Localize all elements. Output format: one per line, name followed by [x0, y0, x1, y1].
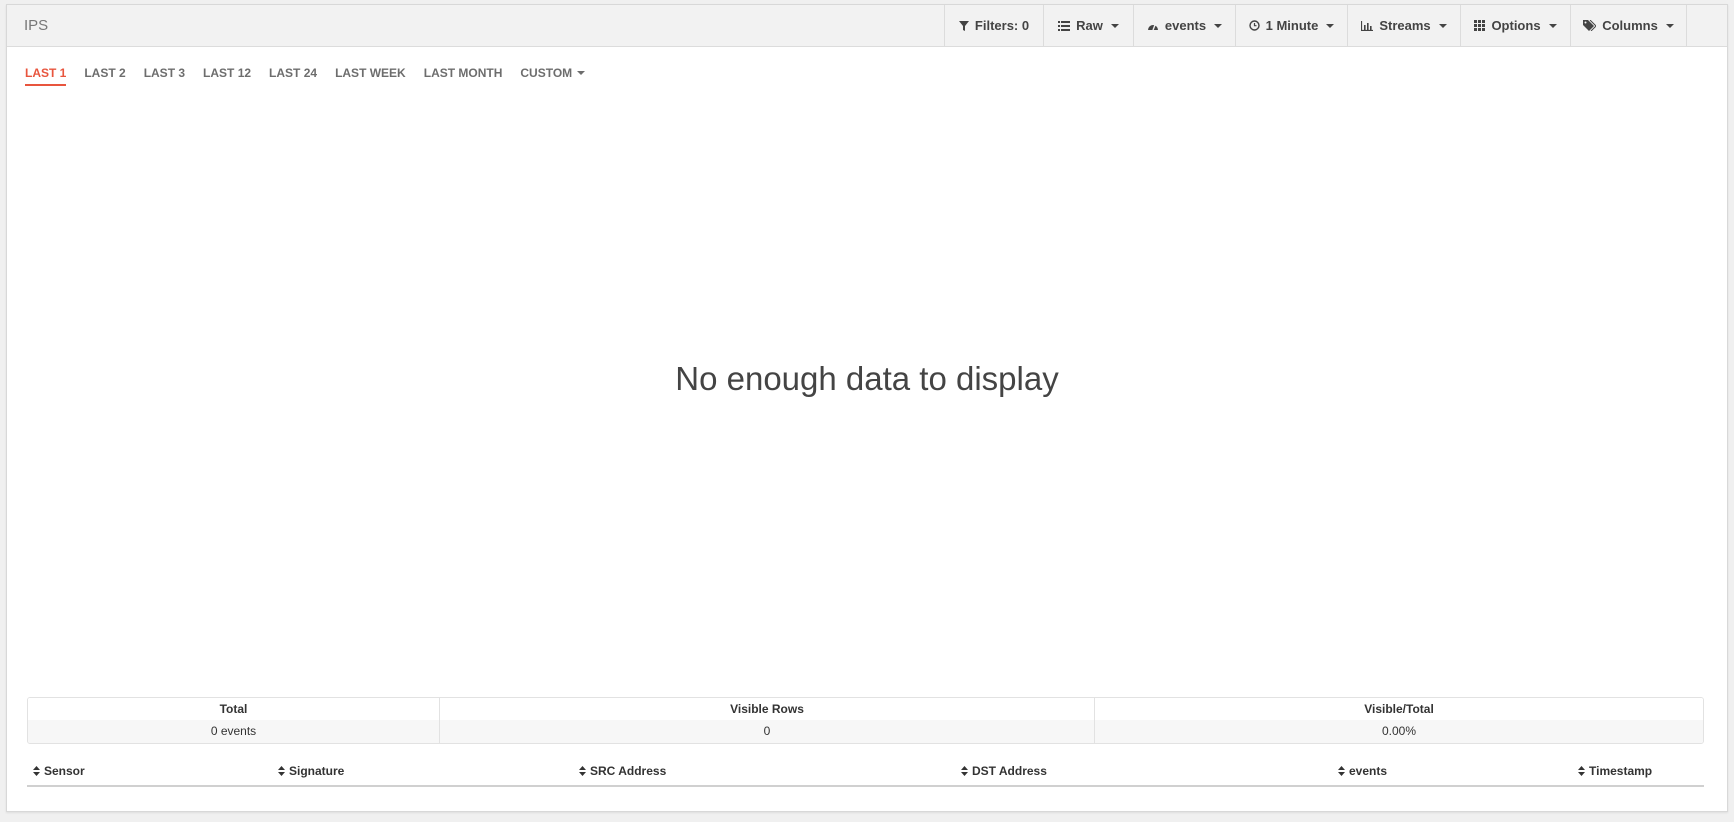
grid-icon: [1474, 20, 1486, 31]
sort-icon: [1578, 766, 1585, 776]
chevron-down-icon: [1214, 23, 1223, 28]
tab-last-24[interactable]: LAST 24: [269, 62, 317, 86]
sort-icon: [579, 766, 586, 776]
stat-total-value: 0 events: [28, 720, 439, 743]
sort-icon: [1338, 766, 1345, 776]
chevron-down-icon: [577, 71, 586, 75]
column-header-sensor[interactable]: Sensor: [33, 757, 85, 785]
sort-icon: [33, 766, 40, 776]
column-header-src-address[interactable]: SRC Address: [579, 757, 666, 785]
stat-total-label: Total: [28, 698, 439, 720]
tab-last-12[interactable]: LAST 12: [203, 62, 251, 86]
tags-icon: [1583, 20, 1597, 31]
bar-chart-icon: [1361, 20, 1374, 31]
column-header-dst-address[interactable]: DST Address: [961, 757, 1047, 785]
interval-button-label: 1 Minute: [1265, 18, 1319, 33]
filter-icon: [958, 20, 969, 31]
streams-button[interactable]: Streams: [1348, 5, 1461, 46]
options-button-label: Options: [1491, 18, 1541, 33]
sort-icon: [961, 766, 968, 776]
clock-icon: [1248, 20, 1260, 31]
stat-total: Total 0 events: [28, 698, 440, 743]
chevron-down-icon: [1548, 23, 1557, 28]
interval-button[interactable]: 1 Minute: [1236, 5, 1348, 46]
filters-button[interactable]: Filters: 0: [945, 5, 1044, 46]
events-button[interactable]: events: [1134, 5, 1236, 46]
stat-visible-rows: Visible Rows 0: [440, 698, 1095, 743]
results-table-header: Sensor Signature SRC Address DST Address…: [27, 757, 1704, 787]
list-icon: [1058, 20, 1071, 31]
tab-last-week[interactable]: LAST WEEK: [335, 62, 406, 86]
sort-icon: [278, 766, 285, 776]
empty-chart-message: No enough data to display: [675, 360, 1059, 397]
chevron-down-icon: [1326, 23, 1335, 28]
events-button-label: events: [1164, 18, 1207, 33]
toolbar: Filters: 0 Raw events 1 Minute Streams O…: [944, 5, 1687, 46]
stat-visible-rows-value: 0: [440, 720, 1094, 743]
stat-visible-total: Visible/Total 0.00%: [1095, 698, 1703, 743]
raw-button-label: Raw: [1076, 18, 1103, 33]
column-header-events[interactable]: events: [1338, 757, 1387, 785]
raw-button[interactable]: Raw: [1044, 5, 1134, 46]
column-header-signature[interactable]: Signature: [278, 757, 344, 785]
tab-custom[interactable]: CUSTOM: [520, 62, 586, 86]
chevron-down-icon: [1110, 23, 1119, 28]
streams-button-label: Streams: [1379, 18, 1431, 33]
options-button[interactable]: Options: [1461, 5, 1571, 46]
panel-header: IPS Filters: 0 Raw events 1 Minute Strea…: [7, 5, 1727, 47]
panel-title: IPS: [24, 17, 49, 34]
chevron-down-icon: [1438, 23, 1447, 28]
tab-last-2[interactable]: LAST 2: [84, 62, 125, 86]
stat-visible-total-value: 0.00%: [1095, 720, 1703, 743]
columns-button[interactable]: Columns: [1571, 5, 1687, 46]
ips-panel: IPS Filters: 0 Raw events 1 Minute Strea…: [6, 4, 1728, 812]
columns-button-label: Columns: [1602, 18, 1658, 33]
time-range-tabs: LAST 1 LAST 2 LAST 3 LAST 12 LAST 24 LAS…: [25, 62, 586, 86]
tab-last-month[interactable]: LAST MONTH: [424, 62, 503, 86]
stat-visible-total-label: Visible/Total: [1095, 698, 1703, 720]
tab-last-1[interactable]: LAST 1: [25, 62, 67, 86]
tab-last-3[interactable]: LAST 3: [144, 62, 185, 86]
dashboard-icon: [1147, 24, 1158, 30]
filters-button-label: Filters: 0: [974, 18, 1030, 33]
column-header-timestamp[interactable]: Timestamp: [1578, 757, 1652, 785]
chevron-down-icon: [1665, 23, 1674, 28]
stat-visible-rows-label: Visible Rows: [440, 698, 1094, 720]
summary-stats: Total 0 events Visible Rows 0 Visible/To…: [27, 697, 1704, 744]
